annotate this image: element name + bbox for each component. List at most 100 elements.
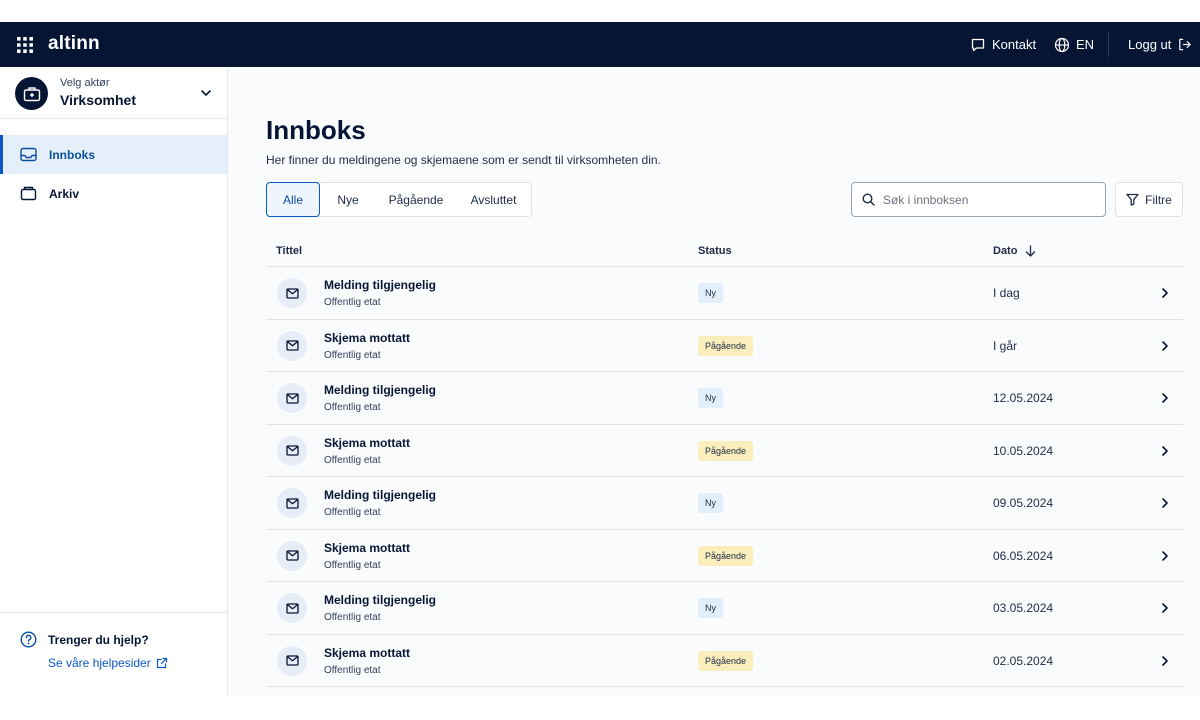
status-badge: Ny (698, 493, 723, 513)
message-list: Melding tilgjengelig Offentlig etat Ny I da… (266, 267, 1183, 687)
message-sender: Offentlig etat (324, 297, 381, 308)
language-label: EN (1076, 37, 1095, 52)
envelope-icon (277, 593, 307, 623)
message-title: Melding tilgjengelig (324, 593, 436, 607)
message-date: I går (993, 338, 1018, 353)
table-row[interactable]: Skjema mottatt Offentlig etat Pågående I gå… (266, 320, 1183, 372)
status-badge: Ny (698, 598, 723, 618)
message-date: 12.05.2024 (993, 391, 1054, 405)
status-badge: Pågående (698, 335, 754, 356)
table-row[interactable]: Skjema mottatt Offentlig etat Pågående 10.0… (266, 425, 1183, 477)
chevron-right-icon[interactable] (1159, 445, 1171, 457)
message-date: 09.05.2024 (993, 496, 1054, 510)
chevron-right-icon[interactable] (1159, 655, 1171, 667)
logout-icon (1179, 38, 1192, 51)
briefcase-icon (15, 77, 48, 110)
status-tabs: Alle Nye Pågående Avsluttet (266, 182, 532, 217)
chevron-right-icon[interactable] (1159, 287, 1171, 299)
help-icon (20, 631, 37, 648)
message-date: 06.05.2024 (993, 548, 1054, 563)
arrow-down-icon (1026, 245, 1036, 257)
chat-icon (971, 38, 985, 51)
tab-new[interactable]: Nye (320, 183, 376, 216)
contact-label: Kontakt (992, 37, 1037, 52)
envelope-icon (277, 488, 307, 518)
search-input[interactable] (883, 192, 1093, 207)
envelope-icon (277, 645, 307, 676)
table-header: Tittel Status Dato (266, 235, 1183, 267)
message-title: Skjema mottatt (324, 330, 411, 345)
globe-icon (1054, 37, 1070, 52)
filter-icon (1126, 193, 1139, 206)
message-sender: Offentlig etat (324, 349, 381, 361)
actor-selector[interactable]: Velg aktør Virksomhet (0, 67, 227, 119)
message-title: Skjema mottatt (324, 540, 411, 555)
chevron-right-icon[interactable] (1159, 340, 1171, 352)
message-sender: Offentlig etat (324, 664, 381, 676)
message-title: Skjema mottatt (324, 435, 411, 450)
language-switch[interactable]: EN (1054, 22, 1094, 67)
message-title: Melding tilgjengelig (324, 488, 436, 502)
envelope-icon (277, 435, 307, 466)
app-menu-icon[interactable] (17, 37, 33, 53)
message-date: 03.05.2024 (993, 601, 1054, 615)
column-status: Status (698, 245, 732, 257)
message-title: Melding tilgjengelig (324, 278, 436, 292)
header-divider (1108, 32, 1109, 57)
chevron-right-icon[interactable] (1159, 602, 1171, 614)
tab-in-progress[interactable]: Pågående (376, 183, 456, 216)
actor-label: Velg aktør (60, 77, 110, 89)
table-row[interactable]: Melding tilgjengelig Offentlig etat Ny 12.0… (266, 372, 1183, 425)
search-icon (862, 193, 875, 206)
message-sender: Offentlig etat (324, 559, 381, 571)
chevron-right-icon[interactable] (1159, 392, 1171, 404)
status-badge: Ny (698, 388, 723, 408)
status-badge: Pågående (698, 545, 754, 566)
message-sender: Offentlig etat (324, 507, 381, 518)
filter-label: Filtre (1145, 192, 1172, 207)
page-title: Innboks (266, 115, 366, 145)
top-header: altinn Kontakt EN Logg ut (0, 22, 1200, 67)
status-badge: Pågående (698, 650, 754, 671)
sidebar: Velg aktør Virksomhet Innboks Arkiv Tren… (0, 67, 228, 696)
logout-button[interactable]: Logg ut (1128, 22, 1198, 67)
table-row[interactable]: Melding tilgjengelig Offentlig etat Ny I da… (266, 267, 1183, 320)
message-title: Melding tilgjengelig (324, 383, 436, 397)
logout-label: Logg ut (1128, 37, 1172, 52)
contact-link[interactable]: Kontakt (970, 22, 1036, 67)
altinn-logo[interactable]: altinn (48, 33, 100, 55)
table-row[interactable]: Melding tilgjengelig Offentlig etat Ny 03.0… (266, 582, 1183, 635)
table-row[interactable]: Skjema mottatt Offentlig etat Pågående 06.0… (266, 530, 1183, 582)
search-box (851, 182, 1106, 217)
status-badge: Ny (698, 283, 723, 303)
chevron-right-icon[interactable] (1159, 497, 1171, 509)
archive-icon (20, 186, 37, 201)
message-date: I dag (993, 286, 1020, 300)
tab-completed[interactable]: Avsluttet (456, 183, 531, 216)
main-content: Innboks Her finner du meldingene og skje… (228, 67, 1200, 696)
envelope-icon (277, 330, 307, 361)
message-sender: Offentlig etat (324, 402, 381, 413)
sidebar-item-inbox[interactable]: Innboks (0, 135, 227, 174)
help-pages-link[interactable]: Se våre hjelpesider (48, 656, 168, 670)
chevron-down-icon (201, 90, 211, 96)
column-date-label: Dato (993, 245, 1018, 257)
message-sender: Offentlig etat (324, 612, 381, 623)
envelope-icon (277, 383, 307, 413)
help-title: Trenger du hjelp? (48, 633, 149, 647)
sidebar-item-label: Innboks (49, 147, 96, 162)
chevron-right-icon[interactable] (1159, 550, 1171, 562)
tab-all[interactable]: Alle (266, 182, 320, 217)
message-title: Skjema mottatt (324, 645, 411, 660)
filter-button[interactable]: Filtre (1115, 182, 1183, 217)
message-date: 10.05.2024 (993, 443, 1054, 458)
help-link-label: Se våre hjelpesider (48, 656, 151, 670)
page-description: Her finner du meldingene og skjemaene so… (266, 153, 661, 167)
column-date-sort[interactable]: Dato (993, 245, 1036, 257)
sidebar-item-archive[interactable]: Arkiv (0, 174, 227, 213)
message-date: 02.05.2024 (993, 653, 1054, 668)
table-row[interactable]: Melding tilgjengelig Offentlig etat Ny 09.0… (266, 477, 1183, 530)
status-badge: Pågående (698, 440, 754, 461)
table-row[interactable]: Skjema mottatt Offentlig etat Pågående 02.0… (266, 635, 1183, 687)
envelope-icon (277, 278, 307, 308)
